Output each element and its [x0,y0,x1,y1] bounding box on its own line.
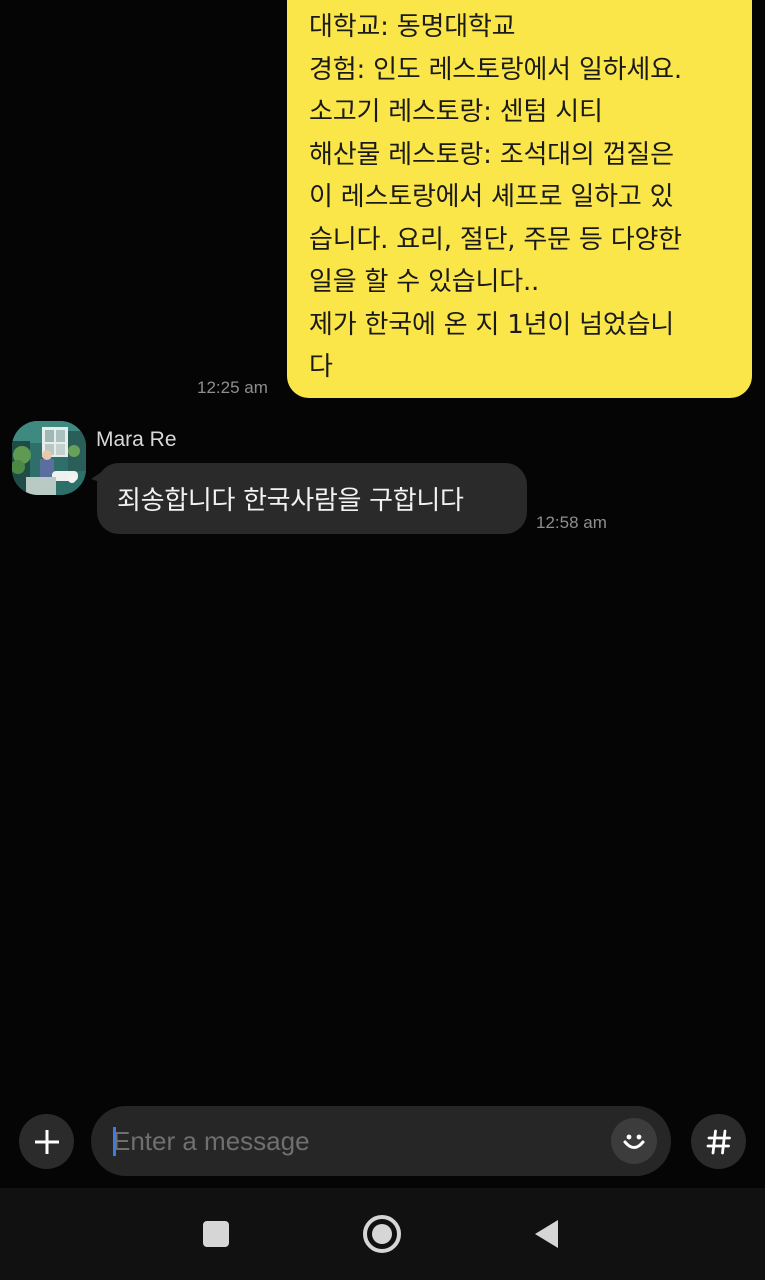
system-navigation-bar [0,1188,765,1280]
message-line: 경험: 인도 레스토랑에서 일하세요. [309,54,682,85]
outgoing-message-time: 12:25 am [197,378,268,397]
message-line: 다 [309,352,333,382]
outgoing-message-bubble[interactable]: 대학교: 동명대학교 경험: 인도 레스토랑에서 일하세요. 소고기 레스토랑:… [287,0,752,398]
hash-icon [706,1129,731,1154]
emoji-smile-icon [623,1134,645,1149]
recents-button[interactable] [192,1210,240,1258]
sender-name: Mara Re [96,428,177,451]
incoming-message-text: 죄송합니다 한국사람을 구합니다 [117,486,464,516]
sender-avatar[interactable] [12,421,86,495]
message-line: 제가 한국에 온 지 1년이 넘었습니 [309,309,675,340]
emoji-button[interactable] [611,1118,657,1164]
incoming-message-bubble[interactable]: 죄송합니다 한국사람을 구합니다 [91,463,527,534]
message-line: 일을 할 수 있습니다.. [309,267,540,297]
message-line: 해산물 레스토랑: 조석대의 껍질은 [309,139,674,170]
text-caret [113,1127,116,1156]
message-line: 습니다. 요리, 절단, 주문 등 다양한 [309,224,682,255]
message-input-container[interactable] [91,1106,671,1176]
message-input[interactable] [113,1106,593,1176]
hashtag-button[interactable] [691,1114,746,1169]
plus-icon [34,1129,59,1154]
home-circle-icon [363,1215,401,1253]
avatar-photo [12,421,86,495]
message-line: 이 레스토랑에서 셰프로 일하고 있 [309,182,674,212]
back-triangle-icon [535,1220,558,1248]
message-line: 소고기 레스토랑: 센텀 시티 [309,97,603,127]
home-button[interactable] [358,1210,406,1258]
attach-button[interactable] [19,1114,74,1169]
message-line: 대학교: 동명대학교 [309,12,516,42]
chat-screen: 대학교: 동명대학교 경험: 인도 레스토랑에서 일하세요. 소고기 레스토랑:… [0,0,765,1280]
recents-square-icon [203,1221,229,1247]
incoming-message-time: 12:58 am [536,513,607,532]
back-button[interactable] [523,1210,571,1258]
